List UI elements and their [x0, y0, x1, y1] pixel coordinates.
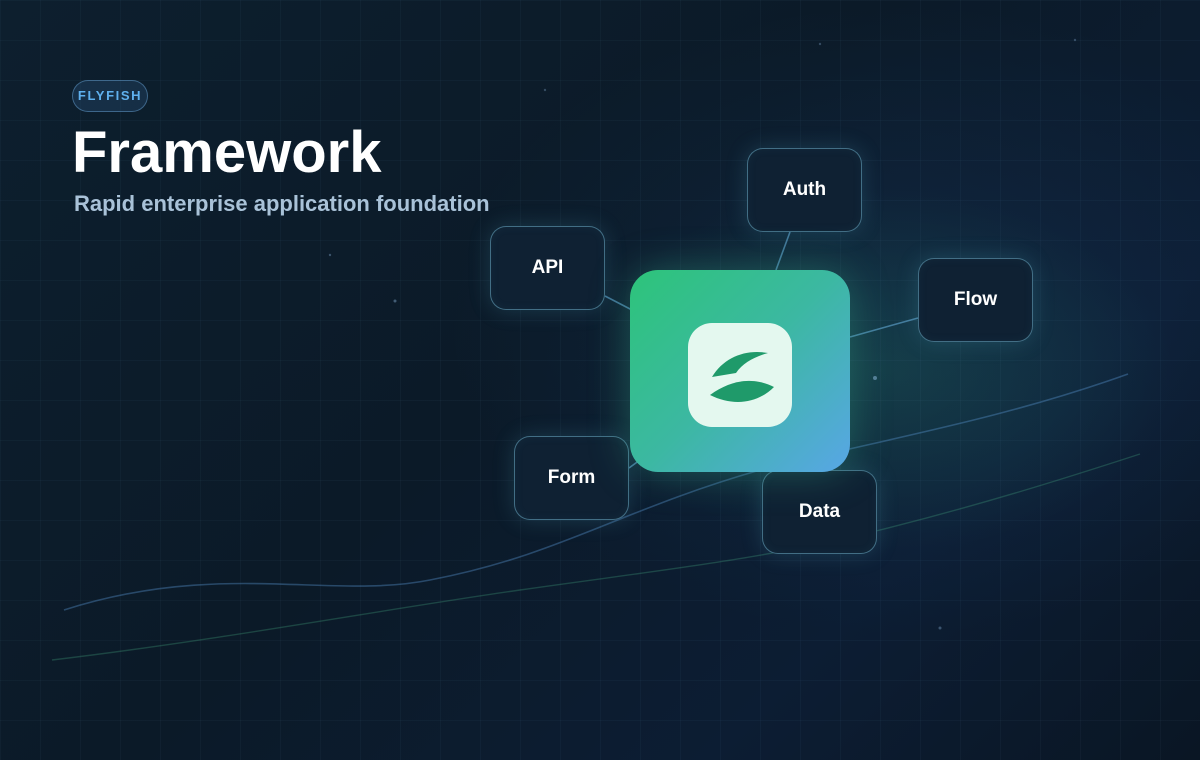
page-subtitle: Rapid enterprise application foundation	[74, 191, 490, 216]
logo-lower-blade	[710, 380, 774, 402]
decorative-layer	[51, 38, 1141, 661]
module-node-label: Auth	[782, 179, 827, 200]
decor-particle	[938, 626, 942, 630]
decor-particle	[543, 88, 547, 92]
module-node-flow: Flow	[918, 258, 1033, 342]
decor-particle	[328, 253, 332, 257]
flyfish-logo-glyph	[710, 352, 774, 402]
module-node-data: Data	[762, 470, 877, 554]
connector-api	[604, 295, 633, 311]
hub-core-tile	[630, 270, 850, 472]
module-node-label: Form	[547, 467, 596, 488]
flyfish-logo-icon	[688, 323, 792, 427]
hero-banner: FLYFISH Framework Rapid enterprise appli…	[0, 0, 1200, 760]
decor-particle	[393, 299, 397, 303]
module-node-auth: Auth	[747, 148, 862, 232]
page-title: Framework	[72, 120, 382, 185]
module-node-label: Data	[798, 501, 841, 522]
connector-flow	[849, 317, 919, 338]
brand-badge: FLYFISH	[72, 80, 148, 112]
decor-particle	[818, 42, 822, 46]
module-node-label: Flow	[953, 289, 998, 310]
module-node-api: API	[490, 226, 605, 310]
module-node-form: Form	[514, 436, 629, 520]
module-node-label: API	[531, 257, 564, 278]
decor-particle	[873, 376, 877, 380]
logo-upper-blade	[712, 352, 768, 377]
decor-particle	[1073, 38, 1077, 42]
connector-auth	[775, 231, 791, 271]
